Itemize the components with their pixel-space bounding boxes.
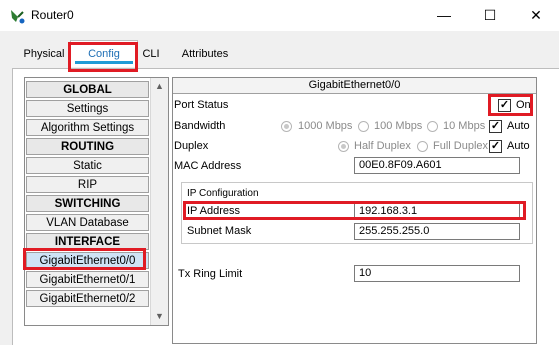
ip-address-field[interactable]: 192.168.3.1 [354,203,520,220]
full-duplex-label: Full Duplex [433,140,489,152]
subnet-mask-label: Subnet Mask [187,225,252,237]
full-duplex-radio[interactable] [417,141,428,152]
bandwidth-label: Bandwidth [174,120,226,132]
menu-item-gigabitethernet0-2[interactable]: GigabitEthernet0/2 [26,290,149,307]
tx-ring-limit-label: Tx Ring Limit [178,268,243,280]
port-status-label: Port Status [174,99,229,111]
close-button[interactable]: ✕ [513,0,559,31]
ip-configuration-label: IP Configuration [187,188,259,199]
router-app-icon [11,10,25,24]
ip-address-label: IP Address [187,205,240,217]
menu-header-routing: ROUTING [26,138,149,155]
bandwidth-100-radio[interactable] [358,121,369,132]
subnet-mask-field[interactable]: 255.255.255.0 [354,223,520,240]
bandwidth-10-label: 10 Mbps [443,120,486,132]
tab-bar: Physical Config CLI Attributes [0,40,559,68]
bandwidth-100-label: 100 Mbps [374,120,423,132]
tx-ring-limit-field[interactable]: 10 [354,265,520,282]
menu-header-switching: SWITCHING [26,195,149,212]
config-menu: GLOBAL Settings Algorithm Settings ROUTI… [24,77,169,326]
tab-attributes[interactable]: Attributes [170,43,240,65]
tab-config-label: Config [88,48,120,60]
bandwidth-1000-radio[interactable] [281,121,292,132]
menu-header-global: GLOBAL [26,81,149,98]
duplex-auto-checkbox[interactable]: ✓ [489,140,502,153]
bandwidth-10-radio[interactable] [427,121,438,132]
bandwidth-auto-label: Auto [507,120,530,132]
menu-item-gigabitethernet0-0[interactable]: GigabitEthernet0/0 [26,252,149,269]
scroll-down-icon[interactable]: ▼ [151,308,168,325]
duplex-auto-label: Auto [507,140,530,152]
menu-item-vlan-database[interactable]: VLAN Database [26,214,149,231]
interface-panel: GigabitEthernet0/0 Port Status ✓ On Band… [172,77,537,344]
title-bar: Router0 — ☐ ✕ [0,0,559,31]
menu-item-rip[interactable]: RIP [26,176,149,193]
mac-address-field[interactable]: 00E0.8F09.A601 [354,157,520,174]
menu-item-gigabitethernet0-1[interactable]: GigabitEthernet0/1 [26,271,149,288]
menu-header-interface: INTERFACE [26,233,149,250]
tab-physical[interactable]: Physical [18,43,70,65]
tab-cli[interactable]: CLI [138,43,164,65]
panel-title: GigabitEthernet0/0 [173,78,536,94]
half-duplex-label: Half Duplex [354,140,411,152]
port-status-value: On [516,99,531,111]
bandwidth-1000-label: 1000 Mbps [298,120,353,132]
scroll-up-icon[interactable]: ▲ [151,78,168,95]
menu-item-static[interactable]: Static [26,157,149,174]
menu-item-settings[interactable]: Settings [26,100,149,117]
menu-scrollbar[interactable]: ▲ ▼ [150,78,168,325]
port-status-checkbox[interactable]: ✓ [498,99,511,112]
menu-item-algorithm-settings[interactable]: Algorithm Settings [26,119,149,136]
half-duplex-radio[interactable] [338,141,349,152]
maximize-button[interactable]: ☐ [467,0,513,31]
tab-config[interactable]: Config [70,40,138,67]
window-title: Router0 [31,8,74,22]
mac-address-label: MAC Address [174,160,242,172]
minimize-button[interactable]: — [421,0,467,31]
tab-active-indicator [75,61,133,64]
bandwidth-auto-checkbox[interactable]: ✓ [489,120,502,133]
duplex-label: Duplex [174,140,209,152]
